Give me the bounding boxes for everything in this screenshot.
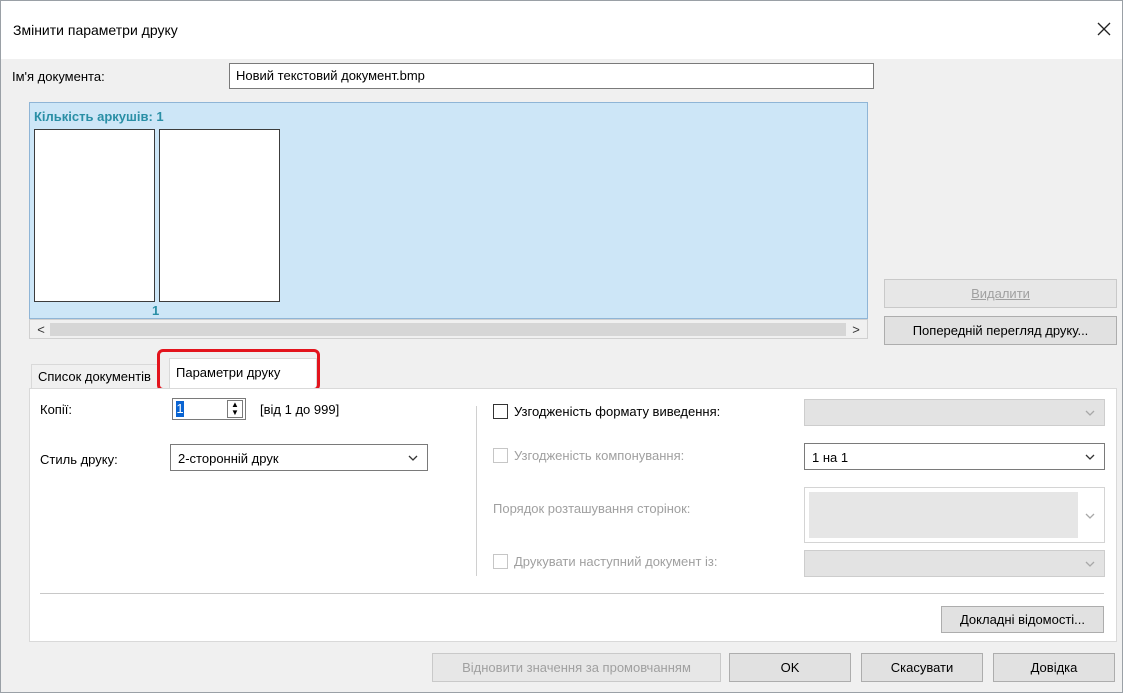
print-preview-area[interactable]: Кількість аркушів: 1 1 bbox=[29, 102, 868, 319]
preview-page-right bbox=[159, 129, 280, 302]
print-settings-dialog: Змінити параметри друку Ім'я документа: … bbox=[0, 0, 1123, 693]
layout-select[interactable]: 1 на 1 bbox=[804, 443, 1105, 470]
layout-value: 1 на 1 bbox=[812, 450, 849, 465]
window-title: Змінити параметри друку bbox=[13, 22, 178, 38]
tab-document-list[interactable]: Список документів bbox=[31, 364, 158, 388]
scroll-thumb[interactable] bbox=[50, 323, 846, 336]
page-order-label: Порядок розташування сторінок: bbox=[493, 501, 691, 516]
print-style-select[interactable]: 2-сторонній друк bbox=[170, 444, 428, 471]
chevron-down-icon bbox=[1085, 454, 1095, 460]
sheet-count-label: Кількість аркушів: 1 bbox=[34, 109, 164, 124]
tab-highlight-marker bbox=[157, 349, 320, 391]
print-next-checkbox[interactable]: Друкувати наступний документ із: bbox=[493, 554, 718, 569]
page-order-list[interactable] bbox=[804, 487, 1105, 543]
chevron-down-icon bbox=[1085, 561, 1095, 567]
print-next-select[interactable] bbox=[804, 550, 1105, 577]
chevron-down-icon bbox=[1085, 410, 1095, 416]
copies-range-label: [від 1 до 999] bbox=[260, 402, 340, 417]
print-style-value: 2-сторонній друк bbox=[178, 451, 279, 466]
cancel-button[interactable]: Скасувати bbox=[861, 653, 983, 682]
copies-value[interactable]: 1 bbox=[176, 401, 184, 417]
document-name-field[interactable]: Новий текстовий документ.bmp bbox=[229, 63, 874, 89]
output-format-match-checkbox[interactable]: Узгодженість формату виведення: bbox=[493, 404, 720, 419]
print-style-label: Стиль друку: bbox=[40, 452, 118, 467]
help-button[interactable]: Довідка bbox=[993, 653, 1115, 682]
chevron-down-icon bbox=[408, 455, 418, 461]
spin-arrows-icon[interactable]: ▲ ▼ bbox=[227, 400, 243, 418]
preview-scrollbar[interactable]: < > bbox=[29, 319, 868, 339]
layout-match-checkbox[interactable]: Узгодженість компонування: bbox=[493, 448, 684, 463]
panel-divider bbox=[40, 593, 1104, 594]
chevron-down-icon bbox=[1085, 513, 1095, 519]
close-icon bbox=[1097, 22, 1111, 36]
details-button[interactable]: Докладні відомості... bbox=[941, 606, 1104, 633]
output-format-select[interactable] bbox=[804, 399, 1105, 426]
scroll-left-icon[interactable]: < bbox=[32, 321, 50, 337]
close-button[interactable] bbox=[1090, 15, 1118, 43]
sheet-number: 1 bbox=[152, 303, 160, 318]
preview-page-left bbox=[34, 129, 155, 302]
copies-label: Копії: bbox=[40, 402, 72, 417]
checkbox-icon[interactable] bbox=[493, 448, 508, 463]
delete-button[interactable]: Видалити bbox=[884, 279, 1117, 308]
copies-stepper[interactable]: 1 ▲ ▼ bbox=[172, 398, 246, 420]
checkbox-icon[interactable] bbox=[493, 404, 508, 419]
document-name-label: Ім'я документа: bbox=[12, 69, 105, 84]
ok-button[interactable]: OK bbox=[729, 653, 851, 682]
checkbox-icon[interactable] bbox=[493, 554, 508, 569]
scroll-right-icon[interactable]: > bbox=[847, 321, 865, 337]
title-bar: Змінити параметри друку bbox=[1, 1, 1122, 59]
document-name-value: Новий текстовий документ.bmp bbox=[236, 68, 425, 83]
column-divider bbox=[476, 406, 477, 576]
restore-defaults-button[interactable]: Відновити значення за промовчанням bbox=[432, 653, 721, 682]
print-preview-button[interactable]: Попередній перегляд друку... bbox=[884, 316, 1117, 345]
